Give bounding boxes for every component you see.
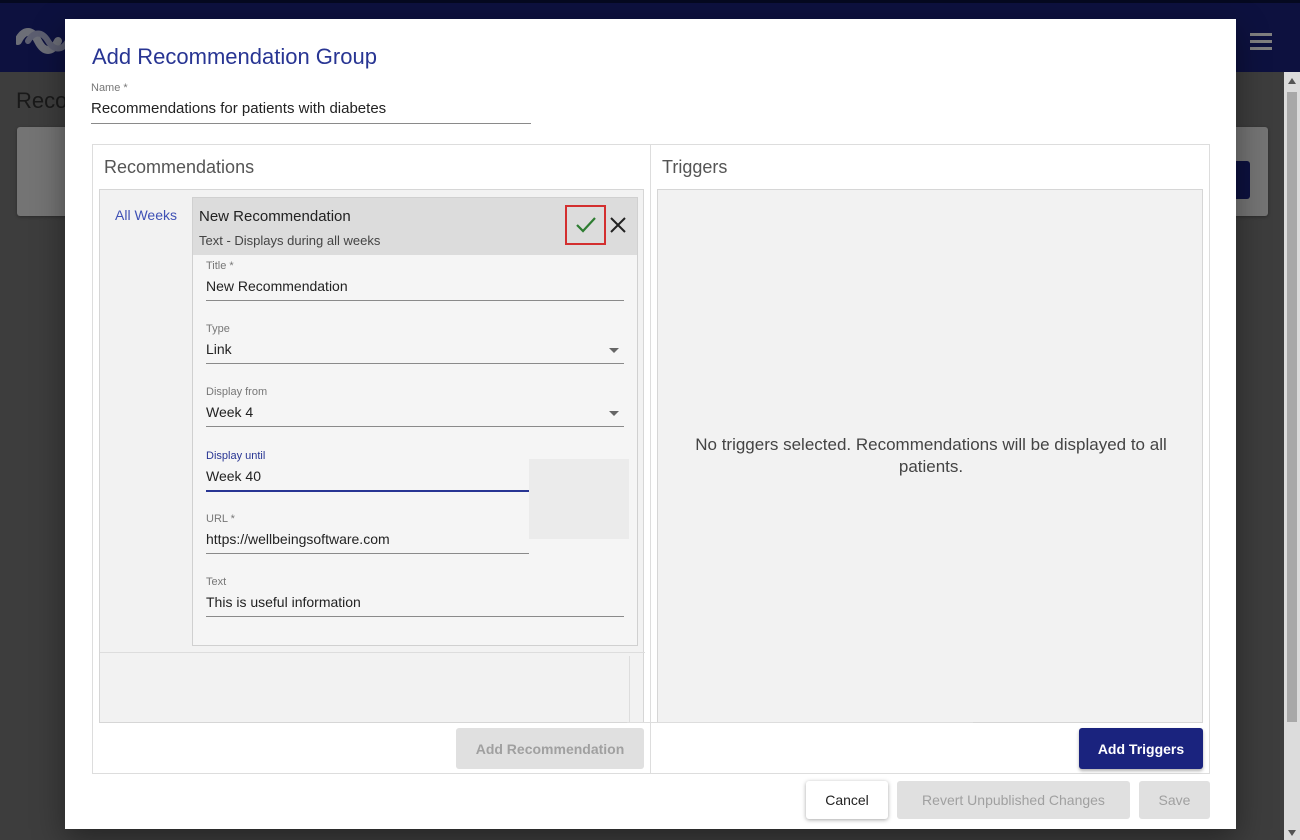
type-select-value[interactable]: Link [206, 335, 624, 364]
confirm-recommendation-button[interactable] [565, 205, 606, 245]
display-from-value-text: Week 4 [206, 404, 254, 420]
recommendation-editor-subtitle: Text - Displays during all weeks [199, 233, 381, 248]
recommendation-editor: New Recommendation Text - Displays durin… [192, 197, 638, 646]
discard-recommendation-button[interactable] [607, 214, 629, 236]
type-select[interactable]: Type Link [206, 323, 624, 364]
checkmark-icon [575, 217, 596, 233]
recommendations-section-title: Recommendations [104, 157, 255, 177]
recommendations-list-edge [629, 656, 630, 722]
dropdown-arrow-icon [609, 348, 619, 353]
type-value-text: Link [206, 341, 232, 357]
recommendation-group-content: Recommendations Triggers All Weeks New R… [92, 144, 1210, 774]
text-field[interactable]: Text This is useful information [206, 576, 624, 617]
scroll-down-arrow-icon[interactable] [1288, 830, 1296, 836]
recommendation-editor-header: New Recommendation Text - Displays durin… [193, 198, 637, 255]
cancel-button[interactable]: Cancel [806, 781, 888, 819]
display-until-value-text: Week 40 [206, 468, 261, 484]
title-field-label: Title * [206, 260, 234, 272]
title-field[interactable]: Title * New Recommendation [206, 260, 624, 301]
text-input[interactable]: This is useful information [206, 588, 624, 617]
text-field-label: Text [206, 576, 227, 588]
url-field-label: URL * [206, 513, 235, 525]
recommendations-list-divider [100, 652, 645, 653]
type-field-label: Type [206, 323, 230, 335]
all-weeks-link[interactable]: All Weeks [115, 207, 177, 223]
url-input[interactable]: https://wellbeingsoftware.com [206, 525, 529, 554]
name-field[interactable]: Name * Recommendations for patients with… [91, 82, 531, 124]
column-divider [650, 145, 651, 773]
close-icon [610, 217, 626, 233]
scroll-up-arrow-icon[interactable] [1288, 78, 1296, 84]
recommendation-editor-title: New Recommendation [199, 208, 351, 225]
save-button[interactable]: Save [1139, 781, 1210, 819]
no-triggers-message: No triggers selected. Recommendations wi… [695, 435, 1167, 476]
url-side-area [529, 459, 629, 539]
add-triggers-button[interactable]: Add Triggers [1079, 728, 1203, 769]
page-scrollbar[interactable] [1284, 72, 1300, 840]
name-input[interactable]: Recommendations for patients with diabet… [91, 94, 531, 124]
title-input[interactable]: New Recommendation [206, 272, 624, 301]
dialog-title: Add Recommendation Group [92, 44, 377, 69]
triggers-panel: No triggers selected. Recommendations wi… [657, 189, 1203, 723]
name-field-label: Name * [91, 82, 128, 94]
revert-unpublished-changes-button[interactable]: Revert Unpublished Changes [897, 781, 1130, 819]
recommendations-panel: All Weeks New Recommendation Text - Disp… [99, 189, 645, 723]
add-recommendation-group-dialog: Add Recommendation Group Name * Recommen… [65, 19, 1236, 829]
display-from-label: Display from [206, 386, 268, 398]
dropdown-arrow-icon [609, 411, 619, 416]
url-field[interactable]: URL * https://wellbeingsoftware.com [206, 513, 529, 554]
add-recommendation-button[interactable]: Add Recommendation [456, 728, 644, 769]
display-from-select[interactable]: Display from Week 4 [206, 386, 624, 427]
display-from-select-value[interactable]: Week 4 [206, 398, 624, 427]
triggers-panel-divider [627, 722, 973, 723]
scrollbar-thumb[interactable] [1287, 92, 1297, 722]
triggers-section-title: Triggers [662, 157, 728, 177]
